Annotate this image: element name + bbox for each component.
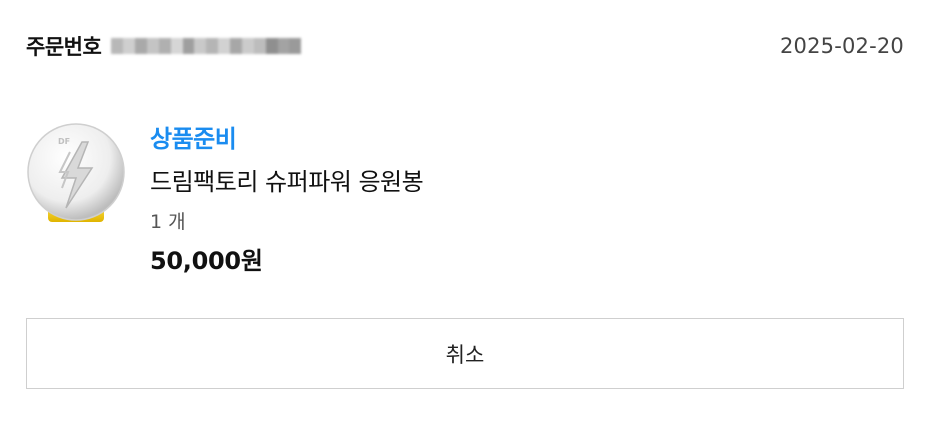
order-date: 2025-02-20 bbox=[779, 34, 904, 58]
product-quantity: 1 개 bbox=[150, 211, 186, 233]
product-name[interactable]: 드림팩토리 슈퍼파워 응원봉 bbox=[150, 166, 424, 198]
product-price: 50,000원 bbox=[150, 247, 263, 275]
product-item: DF 상품준비 드림팩토리 슈퍼파워 응원봉 1 개 50,000원 bbox=[26, 122, 904, 292]
order-header: 주문번호 2025-02-20 bbox=[26, 28, 904, 64]
order-number-label: 주문번호 bbox=[26, 35, 102, 59]
order-number: 주문번호 bbox=[26, 31, 302, 61]
order-number-value-redacted bbox=[111, 32, 302, 60]
order-card: 주문번호 2025-02-20 DF 상품준비 드림팩토리 슈퍼파워 응원봉 1… bbox=[0, 0, 930, 435]
svg-text:DF: DF bbox=[58, 137, 70, 146]
lightstick-thumbnail-icon[interactable]: DF bbox=[26, 122, 126, 222]
order-status-label: 상품준비 bbox=[150, 125, 237, 153]
cancel-button[interactable]: 취소 bbox=[26, 318, 904, 389]
product-info: 상품준비 드림팩토리 슈퍼파워 응원봉 1 개 50,000원 bbox=[150, 122, 424, 278]
